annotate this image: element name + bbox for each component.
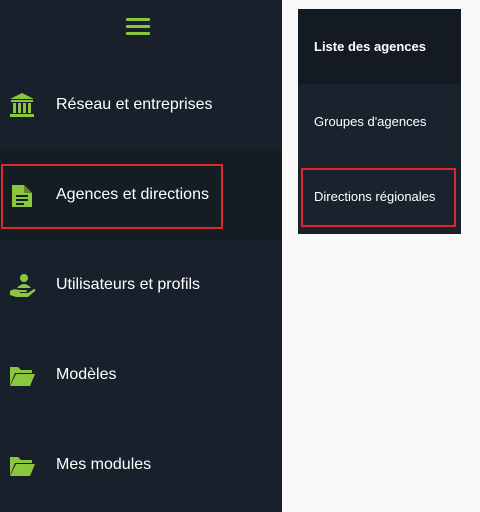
bank-icon <box>8 91 36 119</box>
sidebar-item-label: Agences et directions <box>56 186 209 203</box>
folder-icon <box>8 361 36 389</box>
sidebar-item-mes-modules[interactable]: Mes modules <box>0 420 282 510</box>
folder-icon <box>8 451 36 479</box>
document-icon <box>8 181 36 209</box>
sidebar: Réseau et entreprises Agences et directi… <box>0 0 282 512</box>
sidebar-item-label: Mes modules <box>56 456 152 473</box>
sidebar-item-reseau-et-entreprises[interactable]: Réseau et entreprises <box>0 60 282 150</box>
sidebar-item-label: Modèles <box>56 366 117 383</box>
user-hand-icon <box>8 271 36 299</box>
submenu-item-groupes-d-agences[interactable]: Groupes d'agences <box>298 84 461 159</box>
sidebar-item-label: Utilisateurs et profils <box>56 276 201 293</box>
sidebar-item-utilisateurs-et-profils[interactable]: Utilisateurs et profils <box>0 240 282 330</box>
sidebar-item-modeles[interactable]: Modèles <box>0 330 282 420</box>
hamburger-menu-icon[interactable] <box>126 18 150 38</box>
sidebar-item-label: Réseau et entreprises <box>56 96 213 113</box>
submenu-item-label: Directions régionales <box>314 189 436 204</box>
submenu-item-label: Groupes d'agences <box>314 114 427 129</box>
submenu-item-directions-regionales[interactable]: Directions régionales <box>298 159 461 234</box>
submenu-panel: Liste des agences Groupes d'agences Dire… <box>298 9 461 234</box>
submenu-item-label: Liste des agences <box>314 39 426 54</box>
submenu-item-liste-des-agences[interactable]: Liste des agences <box>298 9 461 84</box>
sidebar-item-agences-et-directions[interactable]: Agences et directions <box>0 150 282 240</box>
